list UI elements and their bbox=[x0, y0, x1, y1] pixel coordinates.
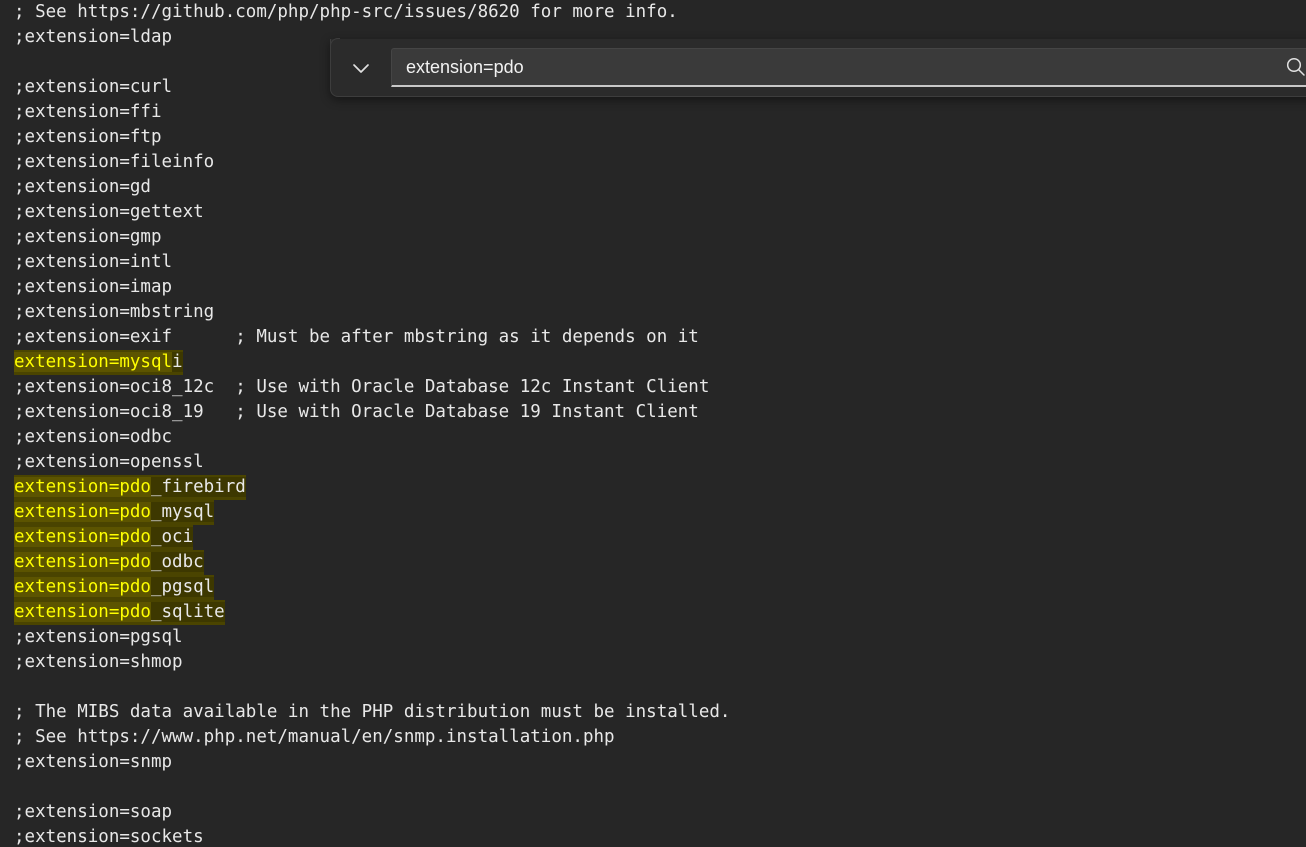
code-line[interactable]: ;extension=sockets bbox=[0, 825, 1306, 847]
code-text: _firebird bbox=[150, 477, 246, 497]
code-line[interactable]: ;extension=odbc bbox=[0, 425, 1306, 450]
search-icon[interactable] bbox=[1274, 49, 1306, 85]
code-text: _oci bbox=[150, 527, 194, 547]
code-line[interactable]: extension=pdo_firebird bbox=[0, 475, 1306, 500]
code-line[interactable]: ;extension=mbstring bbox=[0, 300, 1306, 325]
search-field[interactable] bbox=[391, 48, 1306, 87]
code-text: ;extension=openssl bbox=[14, 452, 204, 472]
code-text: _sqlite bbox=[150, 602, 225, 622]
search-match: extension=pdo bbox=[14, 577, 151, 597]
code-text: _odbc bbox=[150, 552, 204, 572]
code-line[interactable]: extension=pdo_oci bbox=[0, 525, 1306, 550]
code-text: ;extension=gmp bbox=[14, 227, 162, 247]
code-text: ;extension=curl bbox=[14, 77, 173, 97]
search-match: extension=pdo bbox=[14, 527, 151, 547]
search-hit-line: extension=pdo_sqlite bbox=[14, 600, 225, 625]
code-text: ;extension=imap bbox=[14, 277, 173, 297]
find-bar[interactable] bbox=[330, 38, 1306, 97]
search-match: extension=pdo bbox=[14, 477, 151, 497]
code-line[interactable]: ;extension=ffi bbox=[0, 100, 1306, 125]
search-match: extension=mysql bbox=[14, 352, 173, 372]
code-line[interactable]: ;extension=soap bbox=[0, 800, 1306, 825]
code-text: ;extension=gd bbox=[14, 177, 151, 197]
code-line[interactable] bbox=[0, 675, 1306, 700]
search-hit-line: extension=mysqli bbox=[14, 350, 183, 375]
code-text: i bbox=[172, 352, 183, 372]
code-line[interactable]: extension=pdo_pgsql bbox=[0, 575, 1306, 600]
code-line[interactable]: ;extension=imap bbox=[0, 275, 1306, 300]
search-match: extension=pdo bbox=[14, 502, 151, 522]
code-text: ; See https://www.php.net/manual/en/snmp… bbox=[14, 727, 615, 747]
code-text: ;extension=ftp bbox=[14, 127, 162, 147]
code-text: ;extension=shmop bbox=[14, 652, 183, 672]
code-line[interactable]: ;extension=gd bbox=[0, 175, 1306, 200]
code-line[interactable]: ; See https://www.php.net/manual/en/snmp… bbox=[0, 725, 1306, 750]
code-text: ;extension=oci8_12c ; Use with Oracle Da… bbox=[14, 377, 710, 397]
code-line[interactable]: ;extension=exif ; Must be after mbstring… bbox=[0, 325, 1306, 350]
code-line[interactable]: ;extension=intl bbox=[0, 250, 1306, 275]
search-hit-line: extension=pdo_oci bbox=[14, 525, 194, 550]
code-line[interactable]: ; The MIBS data available in the PHP dis… bbox=[0, 700, 1306, 725]
code-text: _pgsql bbox=[150, 577, 215, 597]
code-text: ;extension=fileinfo bbox=[14, 152, 215, 172]
code-line[interactable]: ;extension=gmp bbox=[0, 225, 1306, 250]
code-text: ;extension=exif ; Must be after mbstring… bbox=[14, 327, 699, 347]
code-line[interactable]: ;extension=gettext bbox=[0, 200, 1306, 225]
code-text: ; See https://github.com/php/php-src/iss… bbox=[14, 2, 678, 22]
code-text: ; The MIBS data available in the PHP dis… bbox=[14, 702, 731, 722]
code-line[interactable]: ;extension=oci8_12c ; Use with Oracle Da… bbox=[0, 375, 1306, 400]
code-text: ;extension=oci8_19 ; Use with Oracle Dat… bbox=[14, 402, 699, 422]
code-line[interactable]: ;extension=snmp bbox=[0, 750, 1306, 775]
code-line[interactable]: extension=pdo_sqlite bbox=[0, 600, 1306, 625]
code-text: ;extension=odbc bbox=[14, 427, 173, 447]
code-line[interactable]: ;extension=oci8_19 ; Use with Oracle Dat… bbox=[0, 400, 1306, 425]
code-text: ;extension=mbstring bbox=[14, 302, 215, 322]
search-hit-line: extension=pdo_odbc bbox=[14, 550, 204, 575]
code-line[interactable]: ;extension=shmop bbox=[0, 650, 1306, 675]
code-line[interactable]: extension=pdo_mysql bbox=[0, 500, 1306, 525]
search-input[interactable] bbox=[392, 49, 1274, 85]
code-text: ;extension=sockets bbox=[14, 827, 204, 847]
code-line[interactable]: extension=mysqli bbox=[0, 350, 1306, 375]
code-text: ;extension=snmp bbox=[14, 752, 173, 772]
code-text: ;extension=gettext bbox=[14, 202, 204, 222]
code-line[interactable] bbox=[0, 775, 1306, 800]
code-line[interactable]: ;extension=ftp bbox=[0, 125, 1306, 150]
code-text: ;extension=soap bbox=[14, 802, 173, 822]
code-text: ;extension=pgsql bbox=[14, 627, 183, 647]
code-text: _mysql bbox=[150, 502, 215, 522]
code-text: ;extension=intl bbox=[14, 252, 173, 272]
code-line[interactable]: ;extension=fileinfo bbox=[0, 150, 1306, 175]
code-line[interactable]: ;extension=openssl bbox=[0, 450, 1306, 475]
code-line[interactable]: extension=pdo_odbc bbox=[0, 550, 1306, 575]
code-text: ;extension=ffi bbox=[14, 102, 162, 122]
code-editor[interactable]: ; See https://github.com/php/php-src/iss… bbox=[0, 0, 1306, 847]
search-hit-line: extension=pdo_pgsql bbox=[14, 575, 215, 600]
code-line[interactable]: ;extension=pgsql bbox=[0, 625, 1306, 650]
chevron-down-icon[interactable] bbox=[331, 39, 391, 97]
search-hit-line: extension=pdo_firebird bbox=[14, 475, 246, 500]
search-hit-line: extension=pdo_mysql bbox=[14, 500, 215, 525]
code-line[interactable]: ; See https://github.com/php/php-src/iss… bbox=[0, 0, 1306, 25]
search-match: extension=pdo bbox=[14, 602, 151, 622]
search-match: extension=pdo bbox=[14, 552, 151, 572]
code-text: ;extension=ldap bbox=[14, 27, 173, 47]
